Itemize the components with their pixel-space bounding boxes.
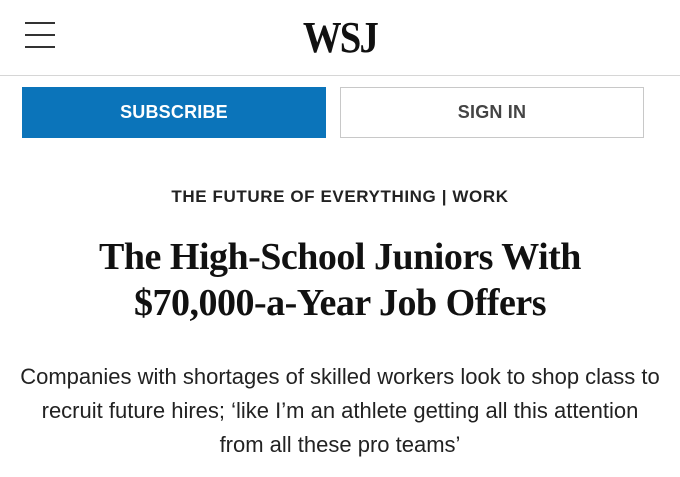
subscribe-button[interactable]: SUBSCRIBE [22, 87, 326, 138]
sign-in-button[interactable]: SIGN IN [340, 87, 644, 138]
top-navigation-bar: WSJ [0, 0, 680, 76]
article-section-kicker[interactable]: THE FUTURE OF EVERYTHING | WORK [0, 184, 680, 210]
wsj-logo[interactable]: WSJ [41, 12, 639, 64]
article-headline: The High-School Juniors With $70,000-a-Y… [99, 236, 581, 324]
article-summary: Companies with shortages of skilled work… [20, 364, 660, 457]
